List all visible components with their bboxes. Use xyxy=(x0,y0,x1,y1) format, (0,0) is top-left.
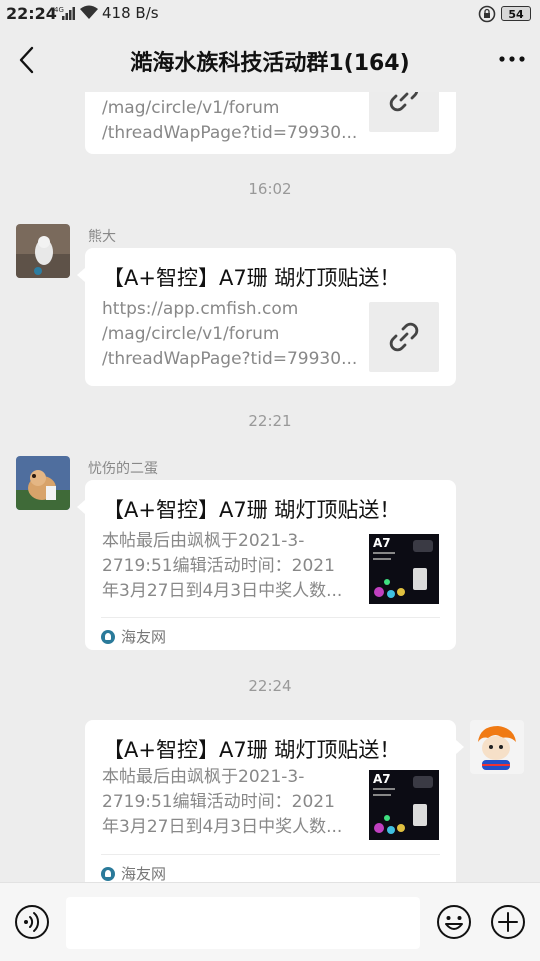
back-arrow-icon[interactable] xyxy=(14,44,42,76)
chat-title: 澔海水族科技活动群1(164) xyxy=(130,51,410,76)
sender-name: 忧伤的二蛋 xyxy=(88,461,158,477)
status-time: 22:24 xyxy=(6,4,57,23)
thumbnail-label: A7 xyxy=(373,772,391,786)
link-icon xyxy=(389,92,419,112)
link-thumbnail xyxy=(369,92,439,132)
avatar-image xyxy=(16,456,70,510)
more-functions-icon[interactable] xyxy=(490,904,526,940)
source-name: 海友网 xyxy=(121,865,167,882)
sender-name: 熊大 xyxy=(88,229,116,245)
avatar-image xyxy=(16,224,70,278)
avatar[interactable] xyxy=(16,224,70,278)
bubble-tail xyxy=(77,500,85,514)
article-card-description: 本帖最后由飒枫于2021-3- 2719:51编辑活动时间：2021 年3月27… xyxy=(102,531,343,601)
voice-input-icon[interactable] xyxy=(14,904,50,940)
status-bar: 22:24 4G 418 B/s 54 xyxy=(0,0,540,28)
link-card-title: 【A+智控】A7珊 瑚灯顶贴送！ xyxy=(103,266,401,290)
rotation-lock-icon xyxy=(478,5,496,23)
article-card-description: 本帖最后由飒枫于2021-3- 2719:51编辑活动时间：2021 年3月27… xyxy=(102,767,343,837)
timestamp: 22:21 xyxy=(248,412,292,430)
message-input[interactable] xyxy=(66,897,420,949)
link-thumbnail xyxy=(369,302,439,372)
avatar[interactable] xyxy=(16,456,70,510)
source-logo-icon xyxy=(101,629,115,644)
avatar-image xyxy=(470,720,524,774)
article-card-title: 【A+智控】A7珊 瑚灯顶贴送！ xyxy=(103,498,401,522)
link-icon xyxy=(389,322,419,352)
article-card-title: 【A+智控】A7珊 瑚灯顶贴送！ xyxy=(103,738,401,762)
network-speed: 418 B/s xyxy=(102,4,159,22)
link-card-description: https://app.cmfish.com /mag/circle/v1/fo… xyxy=(102,299,357,369)
article-card[interactable]: 【A+智控】A7珊 瑚灯顶贴送！ 本帖最后由飒枫于2021-3- 2719:51… xyxy=(85,720,456,882)
article-thumbnail: A7 xyxy=(369,770,439,840)
wifi-icon xyxy=(80,5,98,19)
timestamp: 16:02 xyxy=(248,180,292,198)
thumbnail-label: A7 xyxy=(373,536,391,550)
source-name: 海友网 xyxy=(121,628,167,646)
self-avatar[interactable] xyxy=(470,720,524,774)
article-source: 海友网 xyxy=(101,626,166,647)
link-card[interactable]: /mag/circle/v1/forum /threadWapPage?tid=… xyxy=(85,92,456,154)
article-source: 海友网 xyxy=(101,863,166,882)
input-bar xyxy=(0,882,540,961)
divider xyxy=(101,854,440,855)
timestamp: 22:24 xyxy=(248,677,292,695)
signal-icon: 4G xyxy=(54,6,75,20)
chat-header: 澔海水族科技活动群1(164) xyxy=(0,28,540,92)
article-card[interactable]: 【A+智控】A7珊 瑚灯顶贴送！ 本帖最后由飒枫于2021-3- 2719:51… xyxy=(85,480,456,650)
svg-text:4G: 4G xyxy=(54,6,64,14)
bubble-tail xyxy=(456,740,464,754)
link-card-description: /mag/circle/v1/forum /threadWapPage?tid=… xyxy=(102,98,357,143)
source-logo-icon xyxy=(101,866,115,881)
message-list[interactable]: /mag/circle/v1/forum /threadWapPage?tid=… xyxy=(0,92,540,882)
bubble-tail xyxy=(77,268,85,282)
article-thumbnail: A7 xyxy=(369,534,439,604)
emoji-icon[interactable] xyxy=(436,904,472,940)
divider xyxy=(101,617,440,618)
link-card[interactable]: 【A+智控】A7珊 瑚灯顶贴送！ https://app.cmfish.com … xyxy=(85,248,456,386)
more-options-icon[interactable] xyxy=(498,48,526,70)
battery-indicator: 54 xyxy=(501,6,531,21)
